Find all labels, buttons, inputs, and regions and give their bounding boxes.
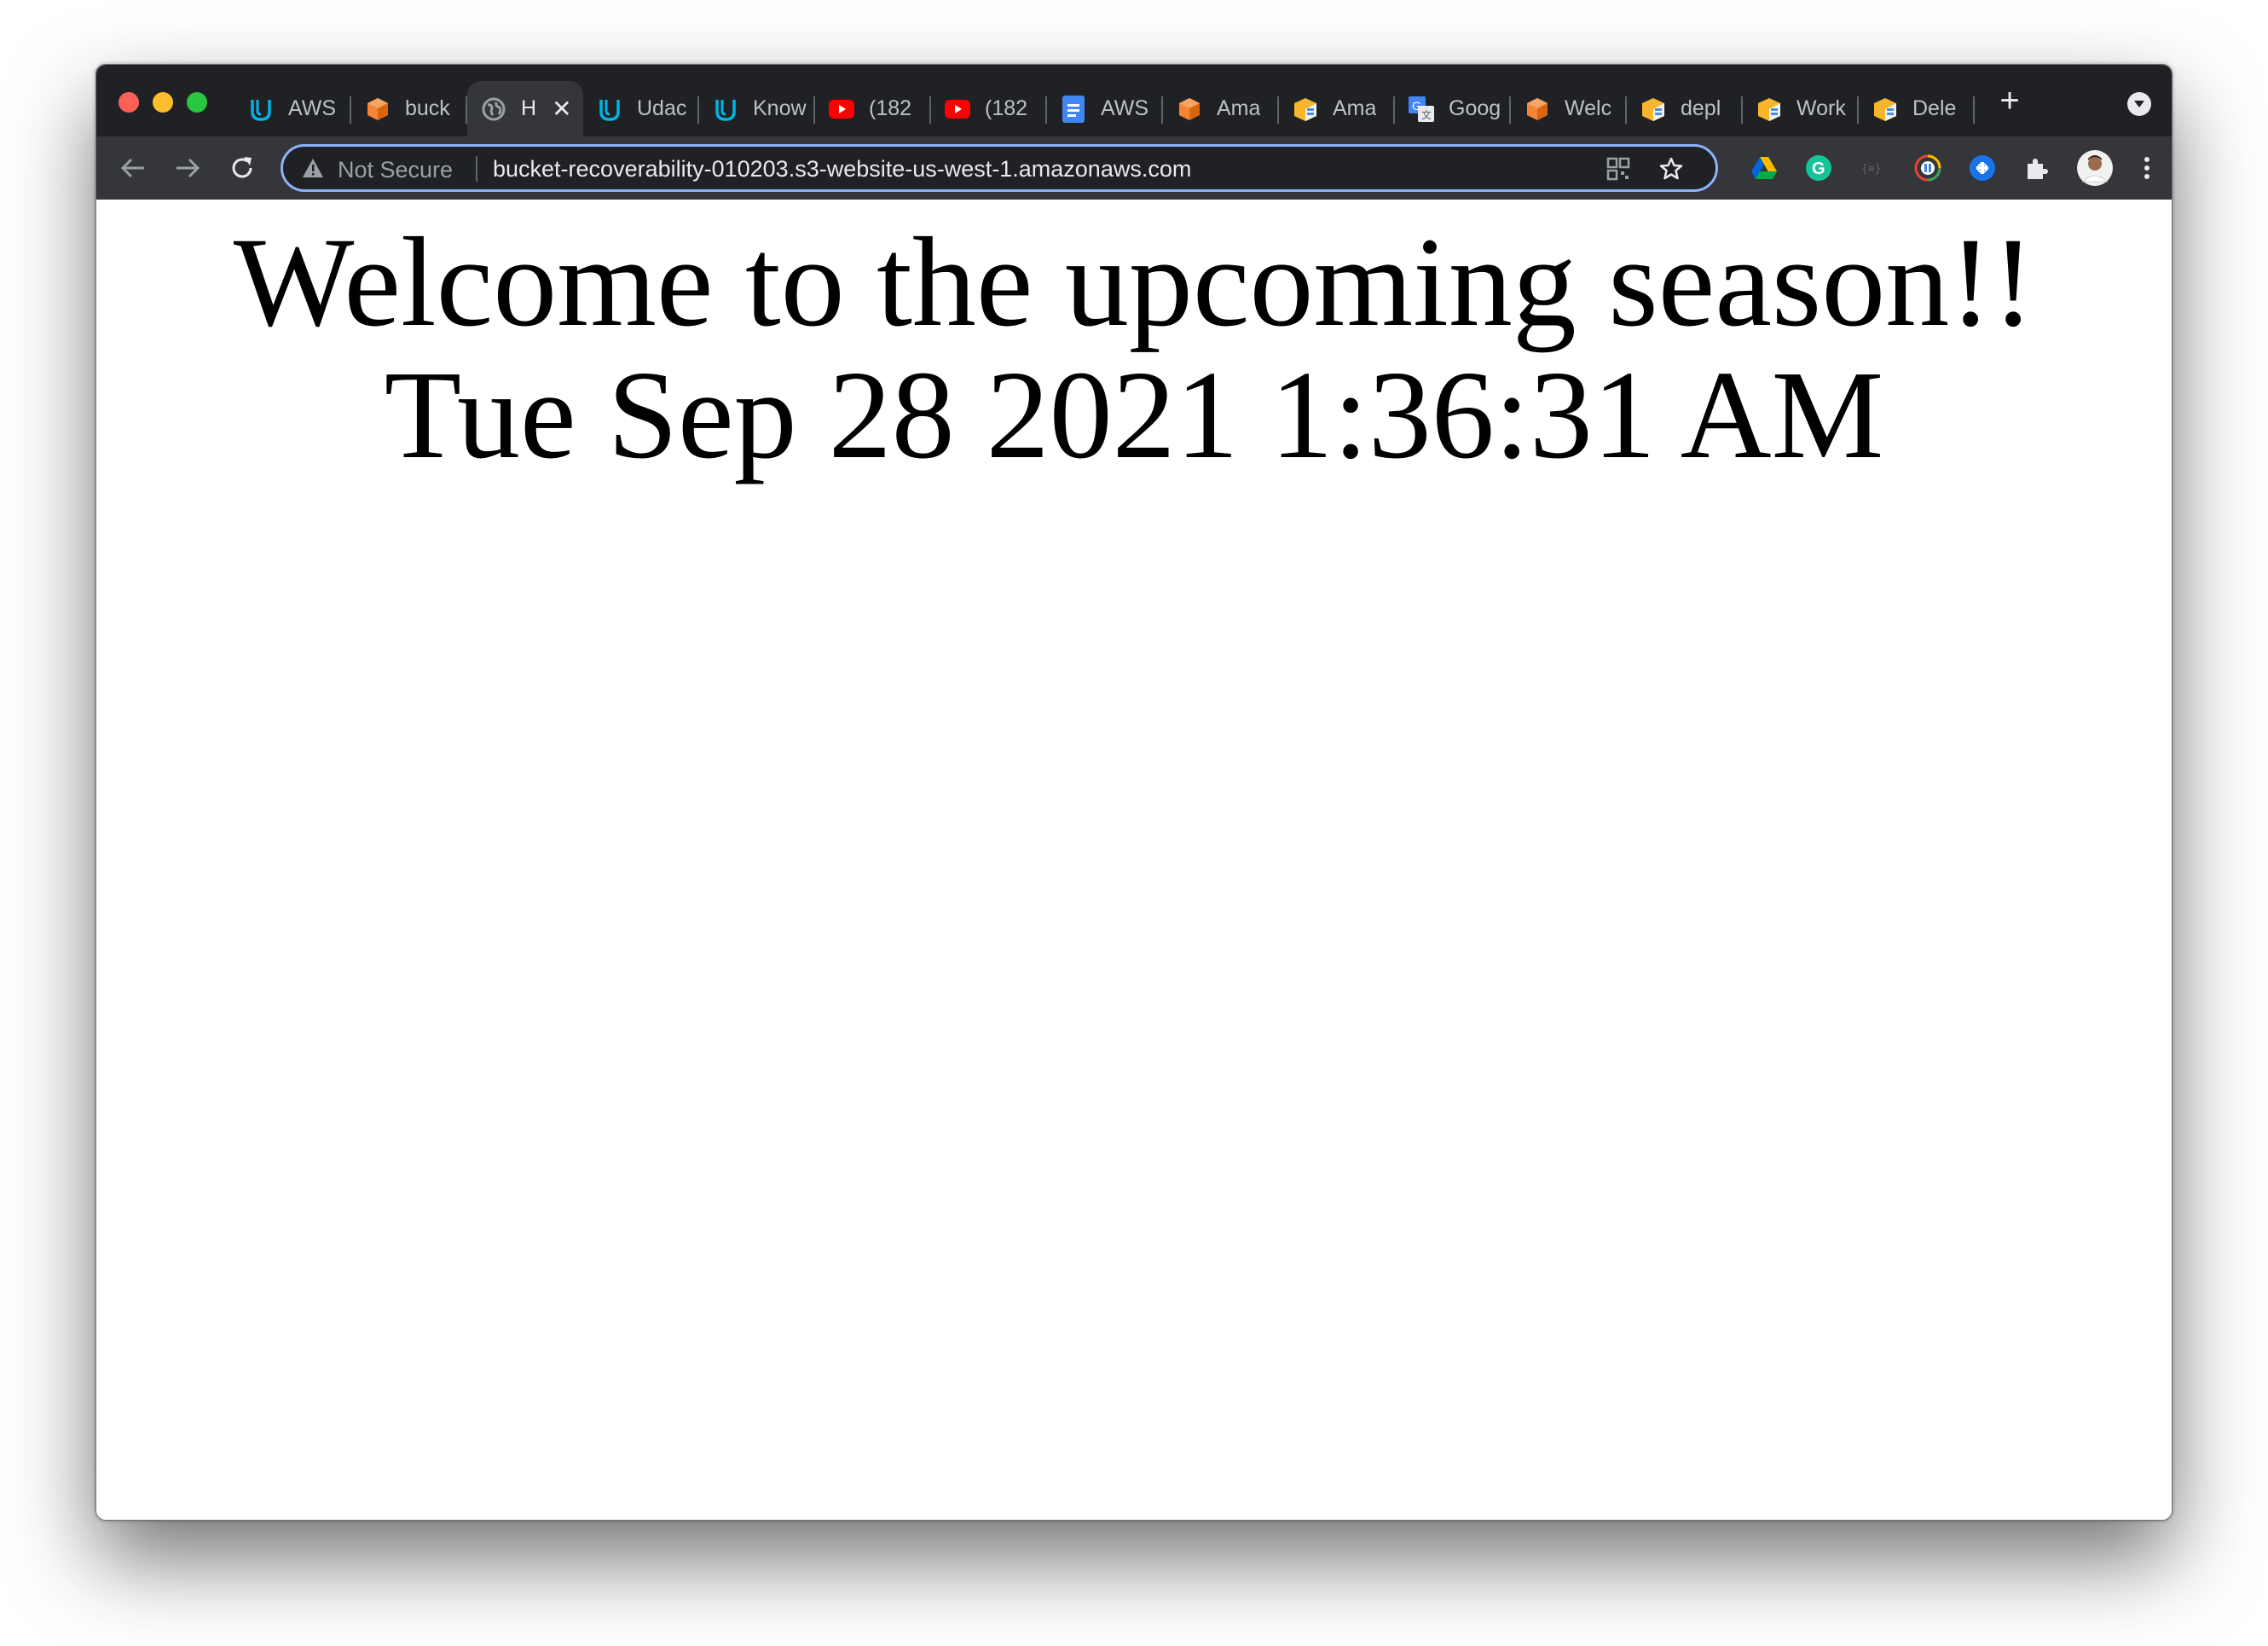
aws-service-icon (1293, 96, 1318, 122)
arrow-left-icon (120, 158, 144, 178)
extension-blue-icon[interactable] (1968, 154, 1997, 183)
url-text[interactable]: bucket-recoverability-010203.s3-website-… (493, 156, 1191, 183)
reload-button[interactable] (223, 148, 262, 188)
docs-icon (1061, 95, 1086, 123)
aws-box-icon (1177, 96, 1202, 122)
tab-label: Goog (1449, 96, 1501, 120)
tab-label: Know (753, 96, 807, 120)
security-status-label[interactable]: Not Secure (338, 157, 453, 183)
tab[interactable]: depl (1627, 81, 1743, 136)
udacity-icon (248, 96, 274, 122)
tab[interactable]: buck (351, 81, 467, 136)
tab[interactable]: (182 (815, 81, 931, 136)
forward-button[interactable] (168, 148, 207, 188)
aws-box-icon (1525, 96, 1550, 122)
tab[interactable]: G文 Goog (1395, 81, 1511, 136)
warning-icon (302, 158, 324, 183)
tab-label: Work (1796, 96, 1846, 120)
current-datetime: Tue Sep 28 2021 1:36:31 AM (384, 345, 1884, 485)
tab-label: Welc (1565, 96, 1612, 120)
tab[interactable]: AWS (234, 81, 351, 136)
tab[interactable]: Dele (1859, 81, 1975, 136)
aws-service-icon (1872, 96, 1898, 122)
tab[interactable]: (182 (931, 81, 1047, 136)
new-tab-button[interactable]: + (1991, 82, 2028, 119)
tab[interactable]: Udac (583, 81, 699, 136)
toolbar: Not Secure bucket-recoverability-010203.… (96, 136, 2172, 200)
tab[interactable]: Ama (1163, 81, 1279, 136)
close-window-button[interactable] (119, 92, 139, 113)
grammarly-icon[interactable]: G (1804, 154, 1833, 183)
svg-text:G: G (1812, 159, 1825, 178)
omnibox-separator (476, 156, 477, 182)
tab-label: Ama (1333, 96, 1377, 120)
tab-label: H (521, 96, 537, 120)
udacity-icon (597, 96, 622, 122)
aws-service-icon (1640, 96, 1666, 122)
chevron-down-icon (2134, 101, 2144, 107)
puzzle-icon[interactable] (2022, 154, 2051, 183)
youtube-icon (945, 96, 970, 122)
tab-label: AWS (288, 96, 337, 120)
udacity-icon (713, 96, 738, 122)
json-viewer-icon[interactable]: {≡} (1859, 154, 1888, 183)
zoom-window-button[interactable] (187, 92, 207, 113)
tab[interactable]: Ama (1279, 81, 1395, 136)
back-button[interactable] (113, 148, 153, 188)
tab-active[interactable]: H ✕ (467, 81, 583, 136)
address-bar[interactable]: Not Secure bucket-recoverability-010203.… (281, 144, 1718, 192)
tab[interactable]: AWS (1047, 81, 1163, 136)
tab-label: (182 (985, 96, 1028, 120)
tab-label: Udac (637, 96, 687, 120)
tab-label: buck (405, 96, 450, 120)
tab[interactable]: Work (1743, 81, 1859, 136)
tab-label: depl (1681, 96, 1721, 120)
minimize-window-button[interactable] (153, 92, 173, 113)
arrow-right-icon (176, 158, 200, 178)
extension-circle-icon[interactable] (1913, 154, 1942, 183)
tab-label: Ama (1217, 96, 1261, 120)
tab-search-button[interactable] (2127, 92, 2151, 116)
tab[interactable]: Welc (1511, 81, 1627, 136)
profile-avatar[interactable] (2075, 148, 2115, 188)
browser-window: AWS buck H ✕ Udac Know (182 (182 AWS Ama… (95, 64, 2173, 1521)
tab[interactable]: Know (699, 81, 815, 136)
tab-separator (1973, 96, 1975, 124)
web-page-content: Welcome to the upcoming season!! Tue Sep… (96, 200, 2172, 1520)
svg-text:{≡}: {≡} (1861, 163, 1881, 176)
tab-strip: AWS buck H ✕ Udac Know (182 (182 AWS Ama… (96, 65, 2172, 136)
qr-code-icon[interactable] (1605, 155, 1632, 183)
welcome-heading: Welcome to the upcoming season!! (233, 212, 2035, 353)
globe-icon (481, 96, 506, 122)
svg-text:文: 文 (1421, 108, 1432, 121)
star-icon[interactable] (1658, 155, 1685, 183)
tab-label: (182 (869, 96, 912, 120)
more-menu-icon[interactable] (2132, 154, 2161, 183)
youtube-icon (829, 96, 854, 122)
close-tab-icon[interactable]: ✕ (552, 96, 571, 121)
reload-icon (232, 157, 252, 178)
google-drive-icon[interactable] (1750, 154, 1779, 183)
aws-box-icon (365, 96, 391, 122)
aws-service-icon (1756, 96, 1782, 122)
tab-label: Dele (1912, 96, 1957, 120)
google-translate-icon: G文 (1409, 96, 1434, 122)
tab-label: AWS (1101, 96, 1149, 120)
